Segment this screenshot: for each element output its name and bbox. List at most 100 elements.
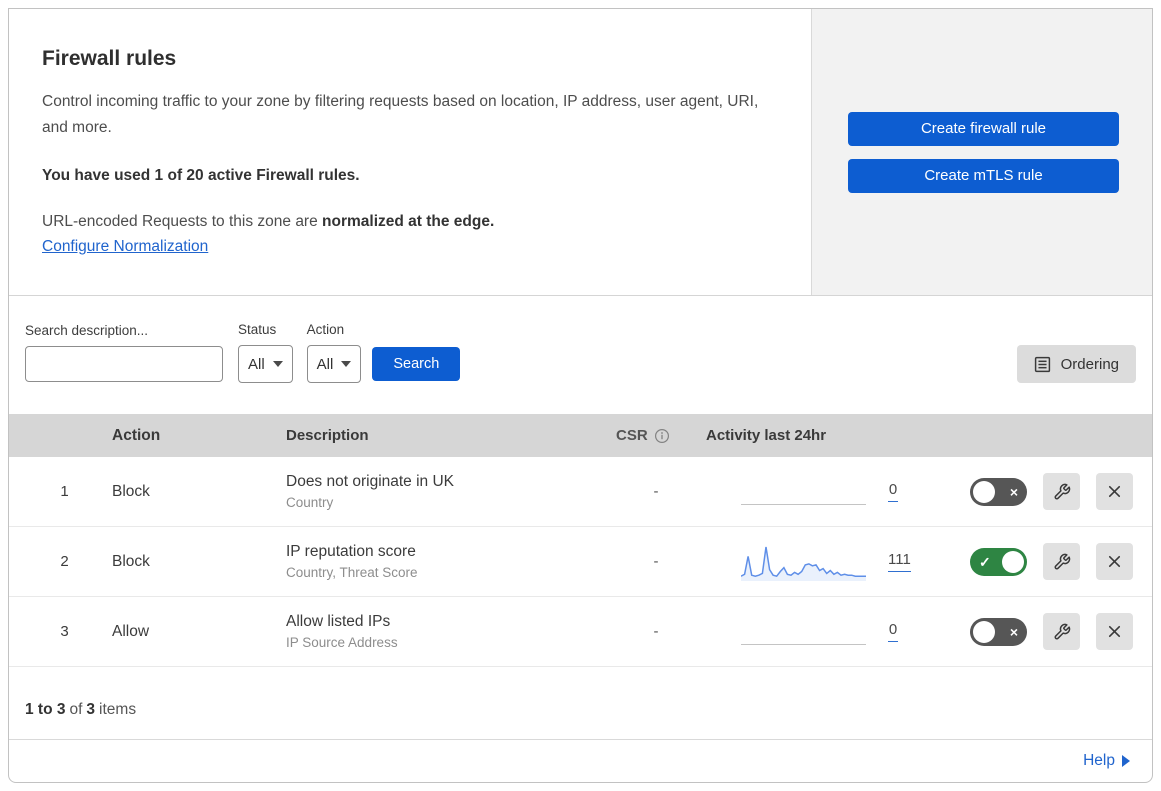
toggle-state-icon: ✓ (979, 553, 991, 570)
help-label: Help (1083, 752, 1115, 769)
create-firewall-rule-button[interactable]: Create firewall rule (848, 111, 1119, 146)
edit-rule-button[interactable] (1043, 473, 1080, 510)
rule-description: Allow listed IPs (286, 613, 391, 630)
wrench-icon (1054, 623, 1070, 639)
toggle-state-icon: × (1009, 483, 1018, 500)
activity-count-link[interactable]: 0 (888, 481, 898, 502)
items-of: of (69, 701, 83, 718)
firewall-rules-panel: Firewall rules Control incoming traffic … (8, 8, 1153, 783)
header-section: Firewall rules Control incoming traffic … (9, 9, 1152, 296)
action-label: Action (306, 322, 345, 337)
rule-description-cell: Allow listed IPs IP Source Address (276, 613, 606, 650)
ordering-button[interactable]: Ordering (1016, 345, 1136, 383)
toggle-state-icon: × (1009, 623, 1018, 640)
delete-rule-button[interactable] (1096, 473, 1133, 510)
column-csr: CSR (606, 427, 706, 444)
status-selected-value: All (248, 355, 265, 373)
ordering-list-icon (1034, 356, 1050, 372)
activity-sparkline (741, 472, 866, 512)
rule-controls: ✓ (951, 543, 1152, 580)
search-group: Search description... (25, 323, 225, 383)
search-input[interactable] (44, 356, 225, 372)
info-icon (654, 428, 669, 443)
rule-csr: - (653, 553, 659, 570)
chevron-down-icon (341, 361, 352, 367)
pagination-summary: 1 to 3 of 3 items (9, 667, 1152, 739)
activity-sparkline (740, 542, 866, 582)
table-row: 3 Allow Allow listed IPs IP Source Addre… (9, 597, 1152, 667)
items-word: items (99, 701, 137, 718)
normalization-bold: normalized at the edge. (322, 212, 495, 230)
actions-panel: Create firewall rule Create mTLS rule (811, 9, 1152, 295)
activity-sparkline (741, 612, 866, 652)
items-range: 1 to 3 (25, 701, 66, 718)
normalization-text: URL-encoded Requests to this zone are (42, 212, 318, 230)
rule-enabled-toggle[interactable]: × (970, 617, 1027, 646)
close-icon (1108, 625, 1121, 638)
rule-description-cell: Does not originate in UK Country (276, 473, 606, 510)
close-icon (1108, 485, 1121, 498)
rule-index: 2 (60, 553, 69, 570)
toggle-knob (973, 480, 995, 503)
rule-controls: × (951, 613, 1152, 650)
delete-rule-button[interactable] (1096, 613, 1133, 650)
page-title: Firewall rules (42, 47, 177, 70)
rule-activity-cell: 111 (706, 542, 951, 582)
wrench-icon (1054, 483, 1070, 499)
rule-activity-cell: 0 (706, 472, 951, 512)
edit-rule-button[interactable] (1043, 543, 1080, 580)
rule-index: 1 (60, 483, 69, 500)
rule-fields: Country (286, 495, 334, 510)
status-select[interactable]: All (238, 345, 293, 383)
help-bar: Help (9, 739, 1152, 782)
delete-rule-button[interactable] (1096, 543, 1133, 580)
toggle-knob (973, 620, 995, 643)
rule-enabled-toggle[interactable]: ✓ (970, 547, 1027, 576)
create-mtls-rule-button[interactable]: Create mTLS rule (848, 158, 1119, 193)
status-filter-group: Status All (238, 322, 293, 383)
ordering-label: Ordering (1060, 355, 1119, 373)
header-text-block: Firewall rules Control incoming traffic … (9, 9, 811, 295)
status-label: Status (238, 322, 277, 337)
edit-rule-button[interactable] (1043, 613, 1080, 650)
normalization-note: URL-encoded Requests to this zone are no… (42, 213, 771, 231)
table-row: 2 Block IP reputation score Country, Thr… (9, 527, 1152, 597)
rule-csr: - (653, 623, 659, 640)
column-action: Action (112, 426, 161, 444)
activity-count-link[interactable]: 0 (888, 621, 898, 642)
filter-bar: Search description... Status All Action … (9, 296, 1152, 414)
rule-csr: - (653, 483, 659, 500)
search-label: Search description... (25, 323, 149, 338)
rule-action: Block (112, 552, 150, 570)
rule-index: 3 (60, 623, 69, 640)
arrow-right-icon (1122, 755, 1130, 767)
rule-fields: IP Source Address (286, 635, 398, 650)
items-total: 3 (86, 701, 96, 718)
rule-description: IP reputation score (286, 543, 416, 560)
help-link[interactable]: Help (1083, 752, 1130, 770)
configure-normalization-link[interactable]: Configure Normalization (42, 238, 208, 256)
column-activity: Activity last 24hr (706, 427, 827, 444)
search-button[interactable]: Search (372, 347, 461, 381)
rule-controls: × (951, 473, 1152, 510)
action-select[interactable]: All (306, 345, 362, 383)
column-description: Description (286, 427, 369, 444)
rule-fields: Country, Threat Score (286, 565, 418, 580)
activity-count-link[interactable]: 111 (888, 551, 911, 572)
usage-summary: You have used 1 of 20 active Firewall ru… (42, 166, 360, 184)
table-body: 1 Block Does not originate in UK Country… (9, 457, 1152, 667)
search-input-wrapper (25, 346, 225, 382)
rule-action: Block (112, 482, 150, 500)
rule-description-cell: IP reputation score Country, Threat Scor… (276, 543, 606, 580)
table-row: 1 Block Does not originate in UK Country… (9, 457, 1152, 527)
toggle-knob (1002, 550, 1024, 573)
rule-enabled-toggle[interactable]: × (970, 477, 1027, 506)
action-selected-value: All (316, 355, 334, 373)
table-header: Action Description CSR Activity last 24h… (9, 414, 1152, 457)
rule-description: Does not originate in UK (286, 473, 455, 490)
action-filter-group: Action All (306, 322, 362, 383)
close-icon (1108, 555, 1121, 568)
page-description: Control incoming traffic to your zone by… (42, 93, 759, 137)
rule-activity-cell: 0 (706, 612, 951, 652)
wrench-icon (1054, 553, 1070, 569)
